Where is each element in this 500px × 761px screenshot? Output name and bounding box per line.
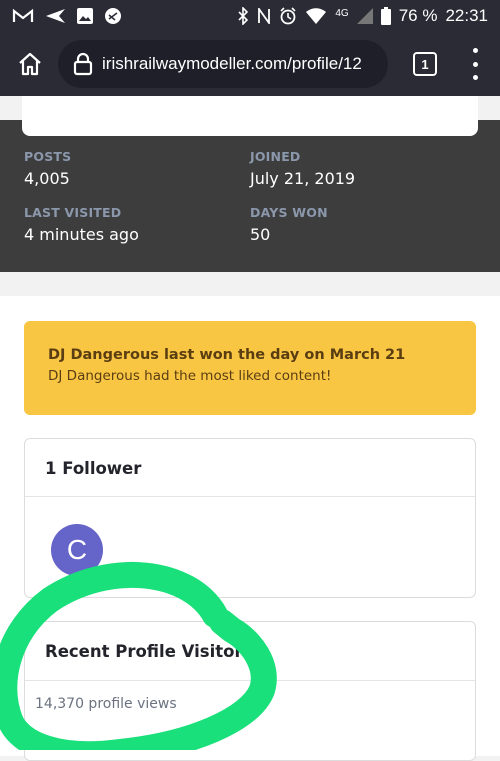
stat-value: 4,005 bbox=[24, 169, 70, 188]
stat-last-visited: LAST VISITED 4 minutes ago bbox=[24, 205, 139, 244]
nfc-icon bbox=[258, 8, 271, 24]
stat-value: July 21, 2019 bbox=[250, 169, 356, 188]
app-icon bbox=[105, 8, 121, 24]
clock: 22:31 bbox=[445, 6, 488, 25]
stat-days-won: DAYS WON 50 bbox=[250, 205, 328, 244]
menu-dot-icon bbox=[472, 48, 478, 53]
browser-toolbar: irishrailwaymodeller.com/profile/12 1 bbox=[0, 32, 500, 96]
bluetooth-icon bbox=[238, 7, 249, 25]
day-winner-banner: DJ Dangerous last won the day on March 2… bbox=[24, 321, 476, 415]
stat-value: 4 minutes ago bbox=[24, 225, 139, 244]
url-text[interactable]: irishrailwaymodeller.com/profile/12 bbox=[102, 54, 362, 74]
stat-joined: JOINED July 21, 2019 bbox=[250, 149, 355, 188]
menu-dot-icon bbox=[472, 61, 478, 67]
stat-posts: POSTS 4,005 bbox=[24, 149, 71, 188]
battery-icon bbox=[380, 7, 391, 25]
stat-value: 50 bbox=[250, 225, 271, 244]
day-winner-subtitle: DJ Dangerous had the most liked content! bbox=[48, 368, 332, 384]
profile-stats: POSTS 4,005 JOINED July 21, 2019 LAST VI… bbox=[0, 120, 500, 272]
home-button[interactable] bbox=[12, 46, 48, 82]
stat-label: DAYS WON bbox=[250, 205, 328, 220]
overflow-menu-button[interactable] bbox=[470, 48, 480, 80]
day-winner-title: DJ Dangerous last won the day on March 2… bbox=[48, 347, 406, 363]
followers-heading[interactable]: 1 Follower bbox=[45, 459, 455, 478]
lock-icon bbox=[73, 52, 93, 76]
visitors-heading: Recent Profile Visitors bbox=[45, 642, 253, 661]
stat-label: POSTS bbox=[24, 149, 72, 164]
stat-label: JOINED bbox=[250, 149, 301, 164]
battery-percent: 76 % bbox=[398, 6, 438, 25]
address-bar[interactable]: irishrailwaymodeller.com/profile/12 bbox=[58, 40, 388, 88]
gmail-icon bbox=[12, 8, 34, 22]
network-type: 4G bbox=[335, 8, 349, 19]
alarm-icon bbox=[280, 7, 296, 25]
status-bar: 4G 76 % 22:31 bbox=[0, 0, 500, 32]
recent-visitors-widget: Recent Profile Visitors 14,370 profile v… bbox=[24, 621, 476, 761]
home-icon bbox=[19, 52, 41, 76]
tab-switcher-button[interactable]: 1 bbox=[413, 52, 437, 76]
profile-header-card bbox=[22, 96, 478, 136]
wifi-icon bbox=[306, 8, 327, 24]
profile-views-count: 14,370 profile views bbox=[35, 696, 177, 712]
followers-widget: 1 Follower bbox=[24, 438, 476, 598]
menu-dot-icon bbox=[472, 75, 478, 80]
image-icon bbox=[77, 8, 93, 24]
stat-label: LAST VISITED bbox=[24, 205, 122, 220]
follower-avatar[interactable]: C bbox=[51, 524, 103, 576]
signal-icon bbox=[356, 8, 373, 24]
send-icon bbox=[46, 9, 65, 23]
